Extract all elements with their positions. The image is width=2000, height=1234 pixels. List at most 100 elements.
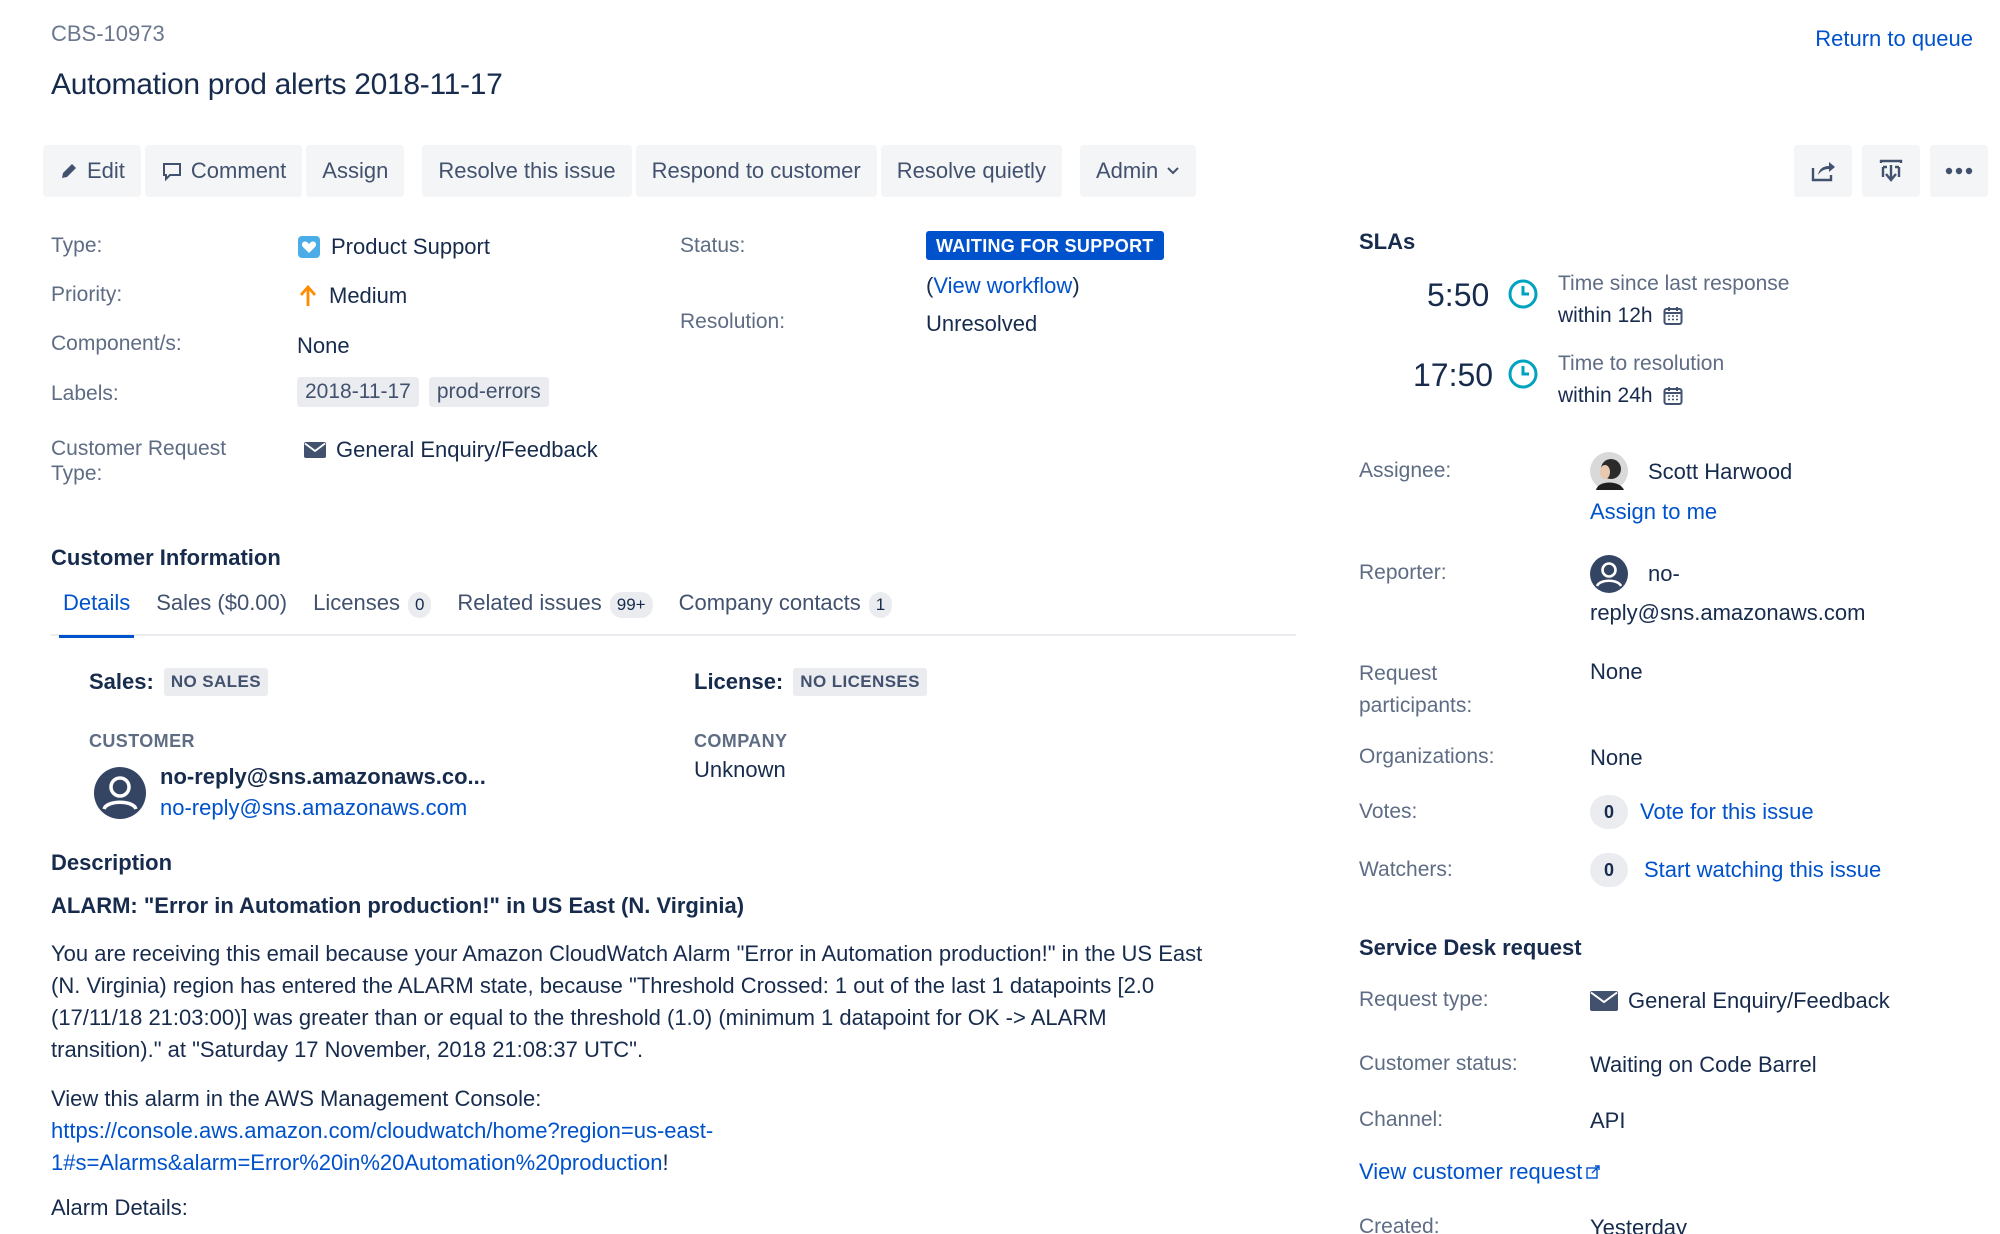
- label-tag[interactable]: 2018-11-17: [297, 377, 419, 407]
- labels-label: Labels:: [51, 382, 119, 405]
- tab-sales[interactable]: Sales ($0.00): [156, 590, 287, 636]
- assign-button[interactable]: Assign: [306, 145, 405, 197]
- sales-summary: Sales: NO SALES: [89, 668, 268, 696]
- issue-toolbar: Edit Comment Assign Resolve this issue R…: [43, 145, 1197, 197]
- product-support-icon: [298, 236, 320, 258]
- customer-email-link[interactable]: no-reply@sns.amazonaws.com: [160, 795, 467, 821]
- reporter-avatar: [1590, 555, 1628, 599]
- tab-licenses[interactable]: Licenses 0: [313, 590, 432, 636]
- priority-label: Priority:: [51, 283, 123, 306]
- tab-related-issues[interactable]: Related issues 99+: [457, 590, 653, 636]
- issue-key[interactable]: CBS-10973: [51, 21, 165, 47]
- view-customer-request[interactable]: View customer request: [1359, 1159, 1601, 1185]
- assign-to-me-link[interactable]: Assign to me: [1590, 499, 1717, 525]
- customer-request-type-label: Customer Request Type:: [51, 437, 227, 485]
- sla-name-response: Time since last response: [1558, 272, 1790, 295]
- envelope-icon: [1590, 991, 1618, 1011]
- pencil-icon: [62, 164, 76, 178]
- description-heading: Description: [51, 850, 173, 875]
- more-actions-button[interactable]: [1930, 145, 1988, 197]
- request-type-value: General Enquiry/Feedback: [1590, 988, 1890, 1014]
- sales-label: Sales:: [89, 669, 154, 694]
- watchers-label: Watchers:: [1359, 858, 1453, 881]
- license-summary: License: NO LICENSES: [694, 668, 927, 696]
- sla-time-resolution: 17:50: [1413, 357, 1494, 393]
- components-label: Component/s:: [51, 332, 182, 355]
- respond-to-customer-button[interactable]: Respond to customer: [635, 145, 877, 197]
- created-value: Yesterday: [1590, 1215, 1688, 1234]
- request-type-label: Request type:: [1359, 988, 1489, 1011]
- share-icon: [1811, 162, 1835, 182]
- company-heading: COMPANY: [694, 731, 788, 751]
- customer-status-label: Customer status:: [1359, 1052, 1518, 1075]
- votes-value: 0 Vote for this issue: [1590, 795, 1814, 829]
- view-workflow-link[interactable]: View workflow: [933, 273, 1072, 299]
- customer-avatar: [94, 767, 146, 825]
- avatar: [1590, 452, 1628, 490]
- resolve-issue-button[interactable]: Resolve this issue: [422, 145, 632, 197]
- view-customer-request-link[interactable]: View customer request: [1359, 1159, 1582, 1185]
- comment-button[interactable]: Comment: [144, 145, 303, 197]
- components-value[interactable]: None: [297, 333, 350, 359]
- label-tag[interactable]: prod-errors: [428, 377, 549, 407]
- priority-value[interactable]: Medium: [297, 283, 407, 309]
- watchers-count: 0: [1590, 853, 1628, 887]
- tab-company-contacts[interactable]: Company contacts 1: [679, 590, 893, 636]
- edit-button[interactable]: Edit: [43, 145, 141, 197]
- type-value[interactable]: Product Support: [297, 234, 490, 260]
- votes-label: Votes:: [1359, 800, 1418, 823]
- assignee-avatar: [1590, 452, 1628, 496]
- sales-lozenge: NO SALES: [163, 668, 268, 696]
- status-label: Status:: [680, 234, 746, 257]
- resolve-quietly-label: Resolve quietly: [896, 158, 1046, 183]
- priority-value-text: Medium: [329, 283, 408, 308]
- export-button[interactable]: [1862, 145, 1920, 197]
- tab-details[interactable]: Details: [58, 590, 135, 638]
- customer-name[interactable]: no-reply@sns.amazonaws.co...: [160, 764, 486, 790]
- license-label: License:: [694, 669, 784, 694]
- type-value-text: Product Support: [331, 234, 490, 259]
- calendar-icon: [1663, 307, 1683, 325]
- sla-goal-response: within 12h: [1558, 300, 1683, 332]
- request-participants-label: Request participants:: [1359, 662, 1473, 717]
- customer-info-tabs: Details Sales ($0.00) Licenses 0 Related …: [51, 590, 1296, 638]
- status-lozenge[interactable]: WAITING FOR SUPPORT: [926, 231, 1164, 260]
- share-button[interactable]: [1794, 145, 1852, 197]
- alarm-details-label: Alarm Details:: [51, 1195, 188, 1220]
- console-link-cont[interactable]: 1#s=Alarms&alarm=Error%20in%20Automation…: [51, 1150, 662, 1175]
- created-label: Created:: [1359, 1215, 1440, 1234]
- resolve-quietly-button[interactable]: Resolve quietly: [880, 145, 1062, 197]
- start-watching-link[interactable]: Start watching this issue: [1644, 857, 1881, 883]
- envelope-icon: [304, 442, 326, 458]
- admin-dropdown[interactable]: Admin: [1079, 145, 1197, 197]
- company-contacts-count: 1: [868, 592, 893, 618]
- licenses-count: 0: [407, 592, 432, 618]
- customer-status-value: Waiting on Code Barrel: [1590, 1052, 1817, 1077]
- alarm-title: ALARM: "Error in Automation production!"…: [51, 893, 745, 918]
- console-link[interactable]: https://console.aws.amazon.com/cloudwatc…: [51, 1118, 713, 1143]
- issue-title[interactable]: Automation prod alerts 2018-11-17: [51, 68, 503, 102]
- company-value: Unknown: [694, 757, 786, 782]
- admin-dropdown-label: Admin: [1095, 158, 1159, 183]
- customer-request-type-value[interactable]: General Enquiry/Feedback: [304, 437, 598, 463]
- sla-name-resolution: Time to resolution: [1558, 352, 1725, 375]
- export-icon: [1879, 159, 1903, 182]
- clock-icon: [1507, 278, 1539, 316]
- reporter-name-line1[interactable]: no-: [1648, 561, 1680, 587]
- assignee-name[interactable]: Scott Harwood: [1648, 459, 1792, 485]
- customer-information-heading: Customer Information: [51, 545, 281, 570]
- organizations-label: Organizations:: [1359, 745, 1495, 768]
- return-to-queue-link[interactable]: Return to queue: [1815, 26, 1973, 52]
- respond-to-customer-label: Respond to customer: [651, 158, 861, 183]
- sla-time-response: 5:50: [1427, 277, 1490, 313]
- comment-button-label: Comment: [190, 158, 287, 183]
- resolution-label: Resolution:: [680, 310, 786, 333]
- clock-icon: [1507, 358, 1539, 396]
- resolution-value: Unresolved: [926, 311, 1038, 336]
- edit-button-label: Edit: [87, 158, 125, 183]
- reporter-label: Reporter:: [1359, 561, 1447, 584]
- votes-count: 0: [1590, 795, 1628, 829]
- reporter-name-line2[interactable]: reply@sns.amazonaws.com: [1590, 600, 1865, 626]
- slas-heading: SLAs: [1359, 229, 1416, 254]
- vote-link[interactable]: Vote for this issue: [1640, 799, 1814, 825]
